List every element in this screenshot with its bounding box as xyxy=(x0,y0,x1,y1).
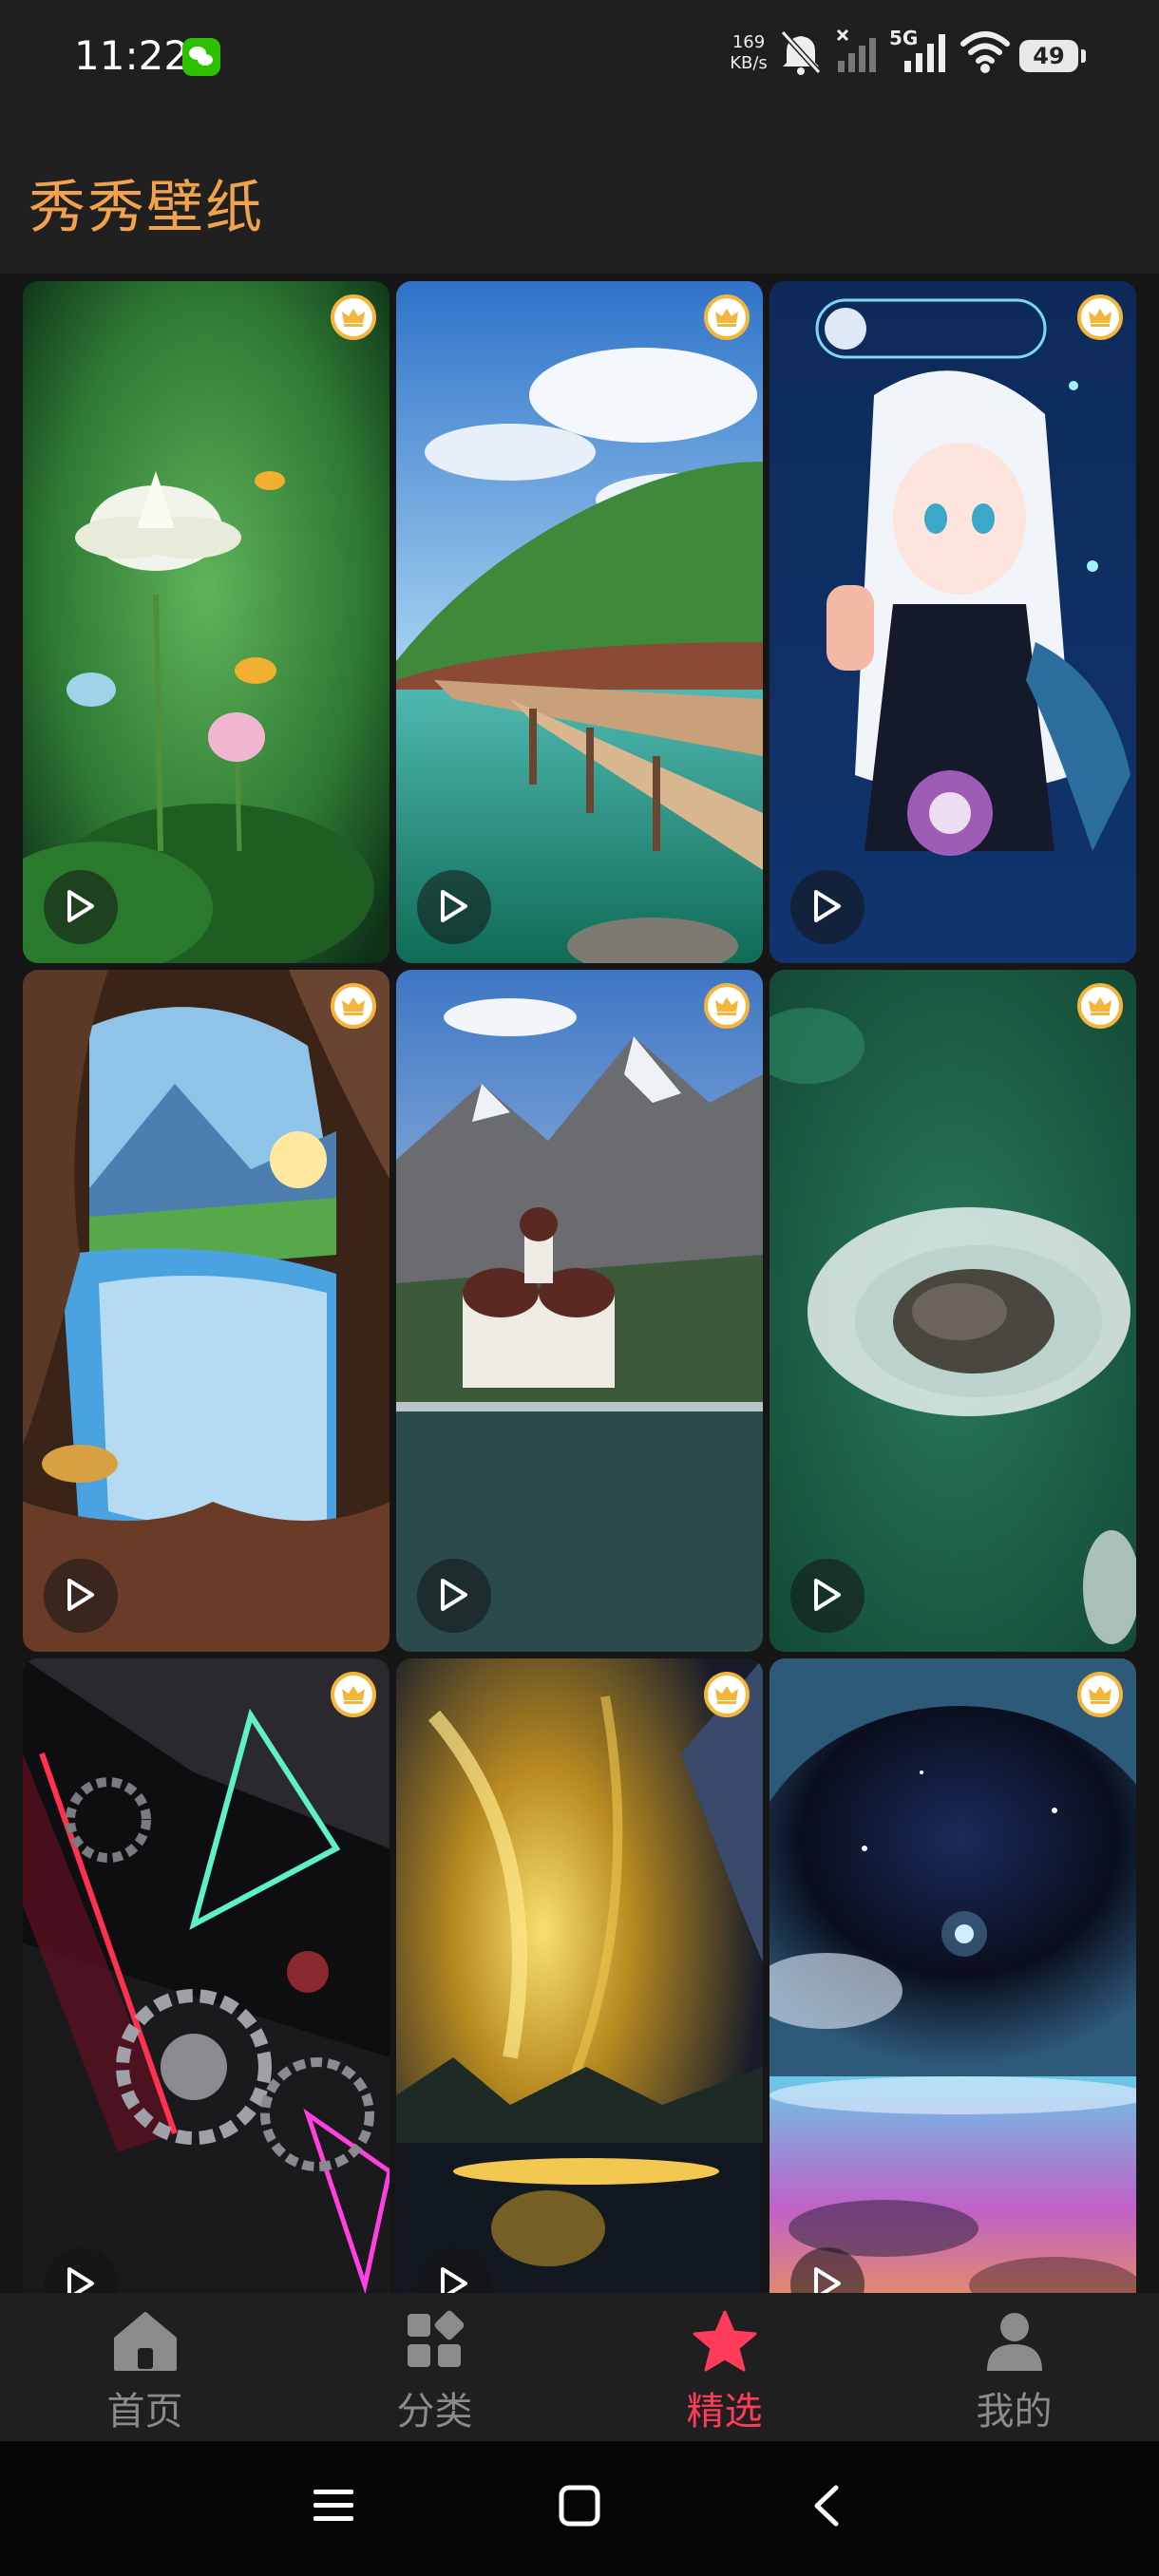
network-speed: 169 KB/s xyxy=(720,32,777,74)
wallpaper-image-lotus xyxy=(23,281,390,963)
status-time: 11:22 xyxy=(74,32,190,79)
tab-featured-label: 精选 xyxy=(686,2390,763,2434)
menu-icon[interactable] xyxy=(312,2484,355,2528)
wallpaper-card-golden-sky[interactable] xyxy=(396,1658,763,2293)
wallpaper-image-waterfall xyxy=(23,970,390,1652)
wallpaper-card-ocean-rock[interactable] xyxy=(770,970,1136,1652)
tab-category-label: 分类 xyxy=(396,2390,473,2434)
wallpaper-image-golden-sky xyxy=(396,1658,763,2293)
wallpaper-card-lotus[interactable] xyxy=(23,281,390,963)
premium-crown-icon xyxy=(331,1672,376,1717)
network-speed-value: 169 xyxy=(732,32,766,52)
wallpaper-card-cosmic[interactable] xyxy=(770,1658,1136,2293)
play-icon[interactable] xyxy=(790,1559,864,1633)
home-square-icon[interactable] xyxy=(558,2484,601,2528)
play-icon[interactable] xyxy=(44,870,118,944)
tab-home[interactable]: 首页 xyxy=(0,2293,290,2441)
play-icon[interactable] xyxy=(417,870,491,944)
mute-icon xyxy=(780,29,822,75)
category-icon xyxy=(408,2310,465,2367)
premium-crown-icon xyxy=(1077,983,1123,1029)
network-speed-unit: KB/s xyxy=(730,53,768,73)
wallpaper-image-church xyxy=(396,970,763,1652)
app-header: 秀秀壁纸 xyxy=(0,114,1159,274)
premium-crown-icon xyxy=(1077,1672,1123,1717)
play-icon[interactable] xyxy=(417,1559,491,1633)
bottom-tab-bar: 首页 分类 精选 我的 xyxy=(0,2293,1159,2441)
battery-indicator: 49 xyxy=(1019,40,1086,72)
premium-crown-icon xyxy=(704,1672,750,1717)
tab-category[interactable]: 分类 xyxy=(290,2293,580,2441)
wechat-icon xyxy=(182,38,220,76)
premium-crown-icon xyxy=(704,294,750,340)
play-icon[interactable] xyxy=(44,1559,118,1633)
wallpaper-image-neon-gears xyxy=(23,1658,390,2293)
play-icon[interactable] xyxy=(790,870,864,944)
app-title: 秀秀壁纸 xyxy=(28,175,264,241)
premium-crown-icon xyxy=(331,983,376,1029)
tab-profile[interactable]: 我的 xyxy=(869,2293,1159,2441)
home-icon xyxy=(114,2312,177,2371)
tab-profile-label: 我的 xyxy=(976,2390,1053,2434)
wallpaper-grid[interactable] xyxy=(0,274,1159,2293)
wallpaper-card-church[interactable] xyxy=(396,970,763,1652)
tab-home-label: 首页 xyxy=(106,2390,183,2434)
wallpaper-card-boardwalk[interactable] xyxy=(396,281,763,963)
wallpaper-card-neon-gears[interactable] xyxy=(23,1658,390,2293)
wallpaper-card-waterfall[interactable] xyxy=(23,970,390,1652)
premium-crown-icon xyxy=(704,983,750,1029)
signal-empty-icon xyxy=(836,28,876,72)
tab-featured[interactable]: 精选 xyxy=(580,2293,869,2441)
back-icon[interactable] xyxy=(806,2484,849,2528)
profile-icon xyxy=(987,2313,1042,2371)
wallpaper-image-cosmic xyxy=(770,1658,1136,2293)
wallpaper-image-ocean-rock xyxy=(770,970,1136,1652)
premium-crown-icon xyxy=(1077,294,1123,340)
status-bar: 11:22 169 KB/s 5G 49 xyxy=(0,0,1159,114)
premium-crown-icon xyxy=(331,294,376,340)
wallpaper-card-anime[interactable] xyxy=(770,281,1136,963)
star-icon xyxy=(693,2310,757,2372)
wallpaper-image-boardwalk xyxy=(396,281,763,963)
signal-full-icon xyxy=(904,34,945,72)
system-navigation-bar xyxy=(0,2441,1159,2576)
wallpaper-image-anime xyxy=(770,281,1136,963)
wifi-icon xyxy=(960,31,1010,73)
